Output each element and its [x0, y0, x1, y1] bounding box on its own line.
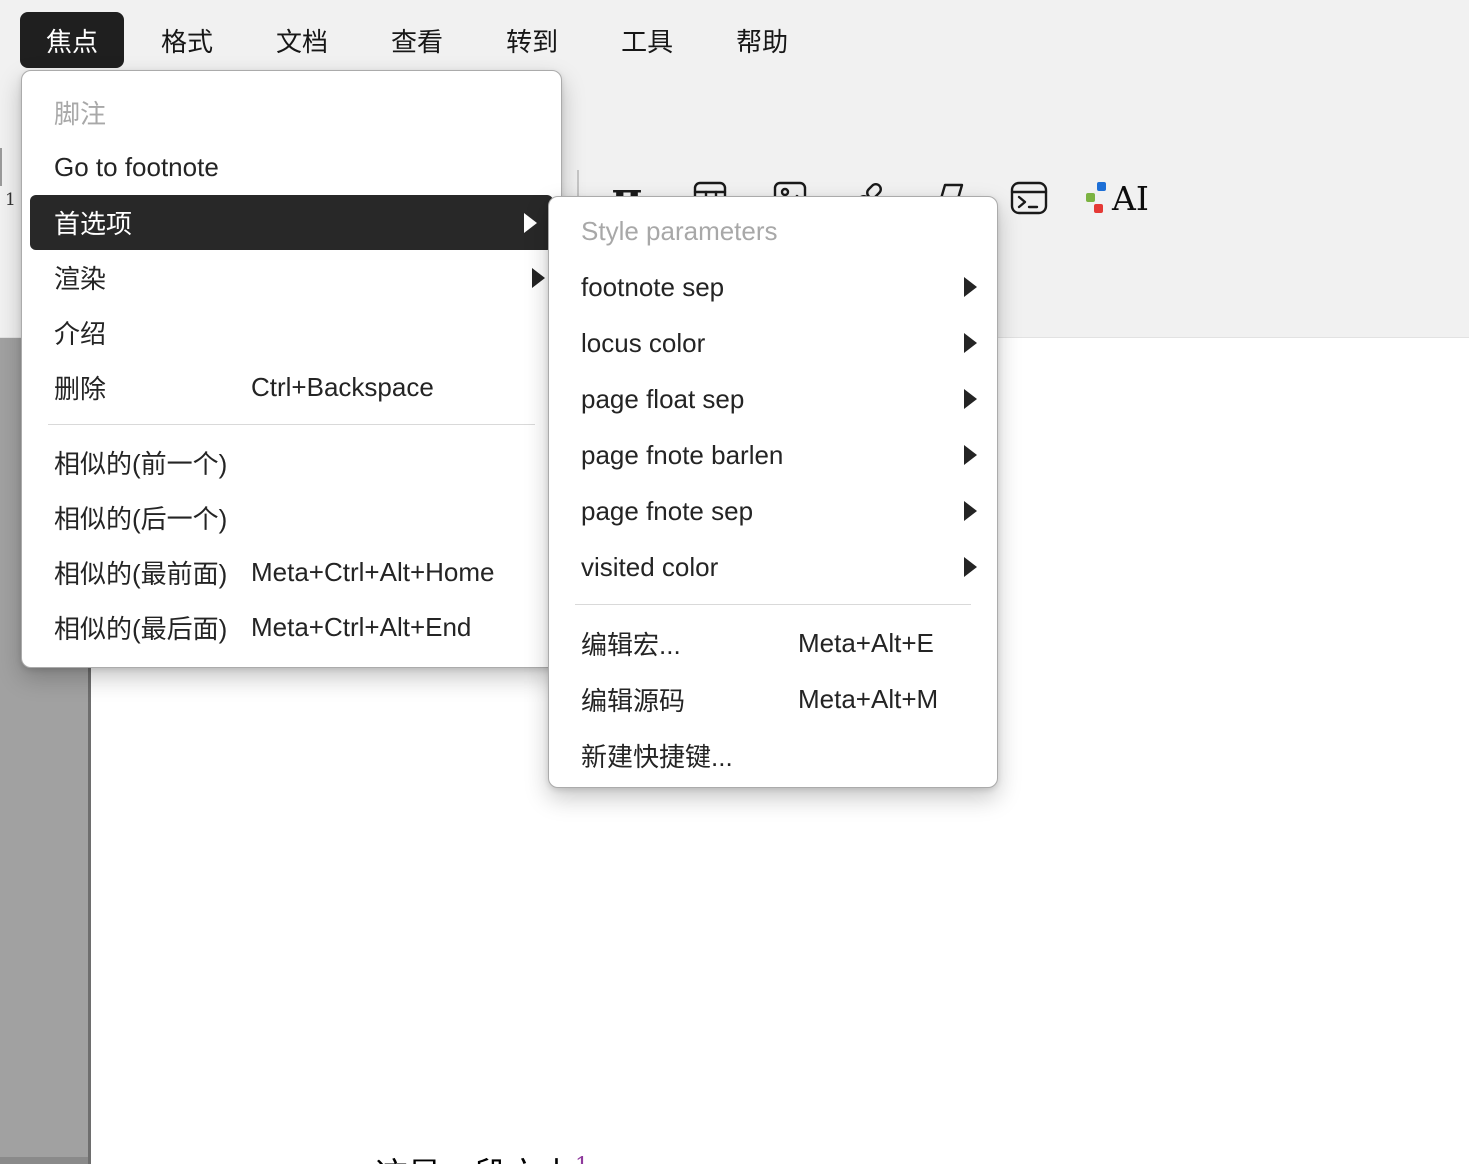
paragraph-text: 这是一段文本	[375, 1155, 573, 1164]
menu-item-label: page fnote sep	[581, 496, 753, 527]
menu-item[interactable]: 编辑宏... Meta+Alt+E	[549, 615, 997, 671]
edge-fragment-number: 1	[5, 190, 16, 210]
menu-item-shortcut: Ctrl+Backspace	[251, 372, 434, 403]
menubar-item-label: 焦点	[46, 22, 98, 59]
menu-item-label: 相似的(最前面)	[54, 554, 227, 591]
menu-separator	[549, 595, 997, 615]
menu-item-label: locus color	[581, 328, 705, 359]
menu-section-header: Style parameters	[549, 203, 997, 259]
menu-item[interactable]: page fnote sep	[549, 483, 997, 539]
ai-assistant-icon[interactable]: AI	[1085, 180, 1149, 216]
menubar-item[interactable]: 帮助	[710, 12, 814, 68]
menubar-item[interactable]: 格式	[135, 12, 239, 68]
menu-item-label: 新建快捷键...	[581, 737, 733, 774]
menubar-item-label: 转到	[506, 22, 558, 59]
menu-item[interactable]: 删除 Ctrl+Backspace	[22, 360, 561, 415]
menu-item-shortcut: Meta+Ctrl+Alt+Home	[251, 557, 494, 588]
menu-item[interactable]: 编辑源码 Meta+Alt+M	[549, 671, 997, 727]
menu-item-shortcut: Meta+Ctrl+Alt+End	[251, 612, 471, 643]
menu-item-label: footnote sep	[581, 272, 724, 303]
menu-item-label: 相似的(前一个)	[54, 444, 227, 481]
submenu-arrow-icon	[964, 333, 977, 353]
menubar-item[interactable]: 转到	[480, 12, 584, 68]
menu-item[interactable]: 新建快捷键...	[549, 727, 997, 783]
submenu-arrow-icon	[964, 389, 977, 409]
menu-bar: 焦点 格式 文档 查看 转到 工具 帮助	[20, 12, 814, 68]
menu-item[interactable]: 相似的(最前面) Meta+Ctrl+Alt+Home	[22, 545, 561, 600]
app-window: 这是一段文本1 1.这是一段脚注 焦点格式文档查看转到工具帮助 1 π	[0, 0, 1469, 1164]
menu-item-label: 相似的(后一个)	[54, 499, 227, 536]
menu-item-label: Go to footnote	[54, 152, 219, 183]
menu-item[interactable]: 相似的(前一个)	[22, 435, 561, 490]
menu-item[interactable]: page fnote barlen	[549, 427, 997, 483]
style-submenu: Style parameters footnote sep locus colo…	[548, 196, 998, 788]
submenu-arrow-icon	[524, 213, 537, 233]
menu-item[interactable]: Go to footnote	[22, 140, 561, 195]
submenu-arrow-icon	[964, 277, 977, 297]
submenu-arrow-icon	[532, 268, 545, 288]
menu-item[interactable]: locus color	[549, 315, 997, 371]
menu-item-label: page fnote barlen	[581, 440, 783, 471]
menu-item-label: 删除	[54, 369, 106, 406]
menu-item-shortcut: Meta+Alt+E	[798, 628, 934, 659]
submenu-arrow-icon	[964, 501, 977, 521]
document-paragraph: 这是一段文本1	[375, 1153, 589, 1164]
menu-item-label: 相似的(最后面)	[54, 609, 227, 646]
menu-item-shortcut: Meta+Alt+M	[798, 684, 938, 715]
menubar-item-label: 工具	[621, 22, 673, 59]
menubar-item[interactable]: 焦点	[20, 12, 124, 68]
menu-item[interactable]: 相似的(最后面) Meta+Ctrl+Alt+End	[22, 600, 561, 655]
context-menu-list: 脚注 Go to footnote 首选项 渲染 介绍 删除 Ctrl+Back…	[22, 85, 561, 655]
menu-item[interactable]: 首选项	[30, 195, 553, 250]
menu-item[interactable]: footnote sep	[549, 259, 997, 315]
menu-item-label: 编辑源码	[581, 681, 685, 718]
menubar-item-label: 查看	[391, 22, 443, 59]
submenu-arrow-icon	[964, 445, 977, 465]
style-submenu-list: Style parameters footnote sep locus colo…	[549, 203, 997, 783]
menu-item-label: 首选项	[54, 204, 132, 241]
menu-item-label: 脚注	[54, 94, 106, 131]
ai-label: AI	[1112, 179, 1149, 218]
menu-item-label: page float sep	[581, 384, 744, 415]
menu-separator	[22, 415, 561, 435]
menu-section-header: 脚注	[22, 85, 561, 140]
menu-item[interactable]: visited color	[549, 539, 997, 595]
edge-fragment-line	[0, 148, 2, 186]
footnote-reference[interactable]: 1	[575, 1154, 589, 1164]
menu-item[interactable]: page float sep	[549, 371, 997, 427]
menubar-item[interactable]: 查看	[365, 12, 469, 68]
menu-item[interactable]: 介绍	[22, 305, 561, 360]
page-margin-strip-edge	[0, 1157, 88, 1164]
menu-item[interactable]: 相似的(后一个)	[22, 490, 561, 545]
terminal-icon[interactable]	[1010, 180, 1048, 216]
menu-item-label: visited color	[581, 552, 718, 583]
ai-squares-glyph	[1085, 180, 1108, 216]
menubar-item-label: 帮助	[736, 22, 788, 59]
menu-item-label: 介绍	[54, 314, 106, 351]
menubar-item-label: 格式	[161, 22, 213, 59]
menu-item-label: Style parameters	[581, 216, 778, 247]
menubar-item-label: 文档	[276, 22, 328, 59]
menu-item-label: 渲染	[54, 259, 106, 296]
submenu-arrow-icon	[964, 557, 977, 577]
context-menu: 脚注 Go to footnote 首选项 渲染 介绍 删除 Ctrl+Back…	[21, 70, 562, 668]
menubar-item[interactable]: 工具	[595, 12, 699, 68]
menu-item-label: 编辑宏...	[581, 625, 681, 662]
menu-item[interactable]: 渲染	[22, 250, 561, 305]
menubar-item[interactable]: 文档	[250, 12, 354, 68]
